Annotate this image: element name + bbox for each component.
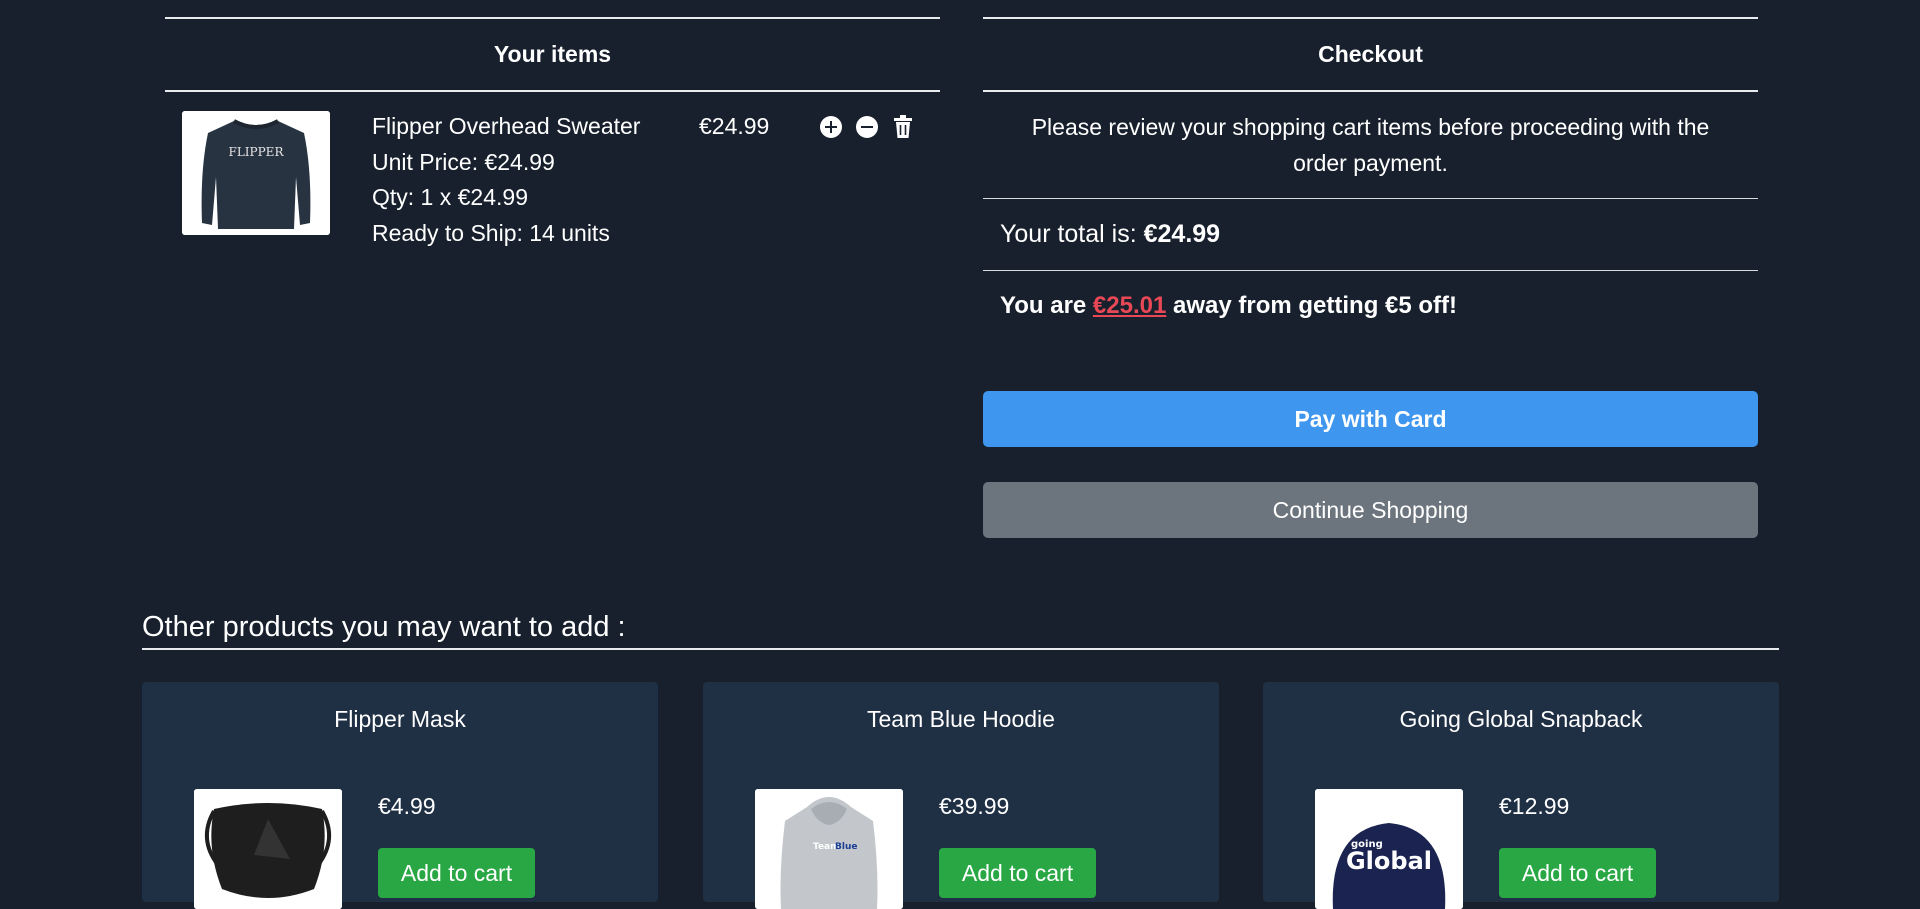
total-label: Your total is:	[1000, 220, 1144, 248]
discount-message: You are €25.01 away from getting €5 off!	[983, 271, 1758, 324]
product-image-mask[interactable]	[194, 789, 342, 909]
cart-item-stock: Ready to Ship: 14 units	[372, 219, 610, 246]
pay-with-card-button[interactable]: Pay with Card	[983, 391, 1758, 447]
product-card: Going Global Snapback going Global €12.9…	[1263, 682, 1779, 909]
add-to-cart-button[interactable]: Add to cart	[1499, 848, 1656, 898]
product-image-hoodie[interactable]: Team Blue	[755, 789, 903, 909]
cart-item-name: Flipper Overhead Sweater	[372, 113, 641, 139]
cart-item-unit-price: Unit Price: €24.99	[372, 148, 555, 175]
total-value: €24.99	[1143, 220, 1221, 248]
cart-item-qty: Qty: 1 x €24.99	[372, 184, 528, 210]
cart-heading: Your items	[493, 41, 612, 67]
product-card: Team Blue Hoodie Team Blue €39.99 Add to…	[703, 682, 1219, 909]
minus-icon[interactable]	[855, 115, 879, 139]
plus-icon[interactable]	[819, 115, 843, 139]
other-products-title: Other products you may want to add :	[142, 606, 1779, 650]
trash-icon[interactable]	[891, 115, 915, 139]
cap-print-text-b: Global	[1346, 847, 1432, 875]
checkout-panel: Checkout Please review your shopping car…	[983, 17, 1758, 557]
add-to-cart-button[interactable]: Add to cart	[939, 848, 1096, 898]
checkout-message: Please review your shopping cart items b…	[1031, 114, 1710, 176]
sweater-print-text: FLIPPER	[229, 145, 285, 159]
discount-prefix: You are	[1000, 292, 1093, 319]
product-card: Flipper Mask €4.99 Add to cart	[142, 682, 658, 909]
add-to-cart-button[interactable]: Add to cart	[378, 848, 535, 898]
discount-amount: €25.01	[1092, 292, 1167, 319]
product-name: Flipper Mask	[334, 706, 466, 732]
product-image-snapback[interactable]: going Global	[1315, 789, 1463, 909]
continue-shopping-button[interactable]: Continue Shopping	[983, 482, 1758, 538]
total-row: Your total is: €24.99	[983, 199, 1758, 270]
product-price: €39.99	[939, 793, 1010, 819]
discount-suffix: away from getting €5 off!	[1166, 292, 1458, 319]
product-price: €4.99	[378, 793, 436, 819]
cart-panel: Your items FLIPPER Flipper Overhead Swea…	[165, 17, 940, 292]
product-price: €12.99	[1499, 793, 1570, 819]
product-name: Team Blue Hoodie	[867, 706, 1055, 732]
hoodie-print-text-b: Blue	[835, 842, 857, 852]
product-name: Going Global Snapback	[1399, 706, 1643, 732]
product-image-sweater[interactable]: FLIPPER	[182, 111, 330, 235]
cart-item-price: €24.99	[699, 113, 770, 139]
cart-item-info: Flipper Overhead Sweater Unit Price: €24…	[372, 109, 640, 251]
cart-item: FLIPPER Flipper Overhead Sweater Unit Pr…	[165, 92, 940, 292]
cart-item-actions	[819, 115, 915, 139]
checkout-heading: Checkout	[1318, 41, 1423, 67]
